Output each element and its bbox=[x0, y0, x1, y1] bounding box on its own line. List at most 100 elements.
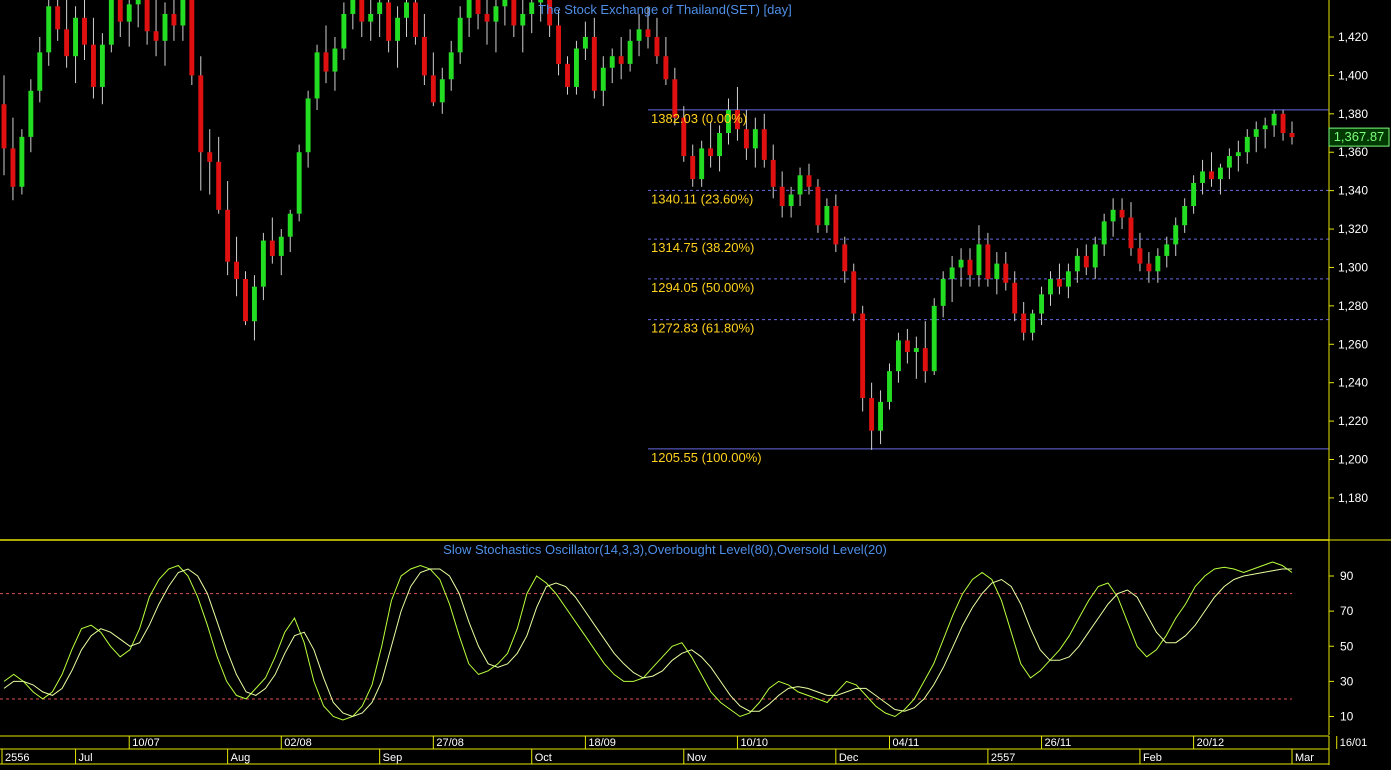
bear-candle bbox=[967, 259, 973, 276]
bull-candle bbox=[788, 194, 794, 206]
bear-candle bbox=[645, 29, 651, 37]
time-axis[interactable]: 10/07 02/08 27/08 18/09 10/10 04/11 26/11 20/12… bbox=[0, 735, 1391, 765]
bear-candle bbox=[985, 244, 991, 279]
bear-candle bbox=[430, 75, 436, 103]
time-upper-label: 10/07 bbox=[132, 737, 160, 749]
time-lower-label: Mar bbox=[1295, 752, 1314, 764]
fibonacci-label: 1205.55 (100.00%) bbox=[651, 450, 762, 465]
bull-candle bbox=[395, 17, 401, 41]
bull-candle bbox=[887, 371, 892, 402]
bull-candle bbox=[162, 13, 168, 41]
bull-candle bbox=[1092, 244, 1098, 268]
price-tick-label: 1,240 bbox=[1338, 376, 1368, 390]
stochastic-tick-label: 50 bbox=[1340, 639, 1354, 653]
bear-candle bbox=[1012, 282, 1018, 314]
price-tick-label: 1,180 bbox=[1338, 491, 1368, 505]
price-tick-label: 1,220 bbox=[1338, 414, 1368, 428]
fibonacci-label: 1294.05 (50.00%) bbox=[651, 280, 754, 295]
time-lower-label: 2557 bbox=[991, 752, 1015, 764]
bull-candle bbox=[404, 2, 409, 18]
fibonacci-label: 1314.75 (38.20%) bbox=[651, 240, 754, 255]
bull-candle bbox=[1200, 171, 1206, 183]
bear-candle bbox=[904, 340, 910, 352]
time-lower-label: Dec bbox=[839, 752, 859, 764]
bull-candle bbox=[108, 0, 114, 45]
bull-candle bbox=[573, 48, 579, 87]
bear-candle bbox=[779, 186, 785, 206]
bull-candle bbox=[448, 52, 454, 80]
time-upper-label: 27/08 bbox=[436, 737, 464, 749]
bear-candle bbox=[144, 0, 150, 32]
time-upper-label: 20/12 bbox=[1197, 737, 1225, 749]
bear-candle bbox=[1289, 133, 1295, 138]
bull-candle bbox=[1235, 152, 1241, 157]
bear-candle bbox=[761, 129, 767, 160]
chart-canvas: 1382.03 (0.00%) 1340.11 (23.60%) 1314.75 (… bbox=[0, 0, 1391, 765]
bull-candle bbox=[260, 240, 266, 287]
bull-candle bbox=[332, 48, 338, 72]
bear-candle bbox=[1, 104, 7, 149]
time-lower-label: Jul bbox=[79, 752, 93, 764]
bull-candle bbox=[1182, 206, 1188, 226]
bear-candle bbox=[117, 0, 123, 22]
bear-candle bbox=[1146, 263, 1152, 272]
bear-candle bbox=[833, 206, 839, 245]
bear-candle bbox=[207, 152, 213, 162]
bear-candle bbox=[511, 0, 517, 26]
bull-candle bbox=[37, 52, 43, 91]
price-tick-label: 1,340 bbox=[1338, 184, 1368, 198]
bear-candle bbox=[842, 244, 848, 272]
time-lower-label: Aug bbox=[231, 752, 251, 764]
bull-candle bbox=[305, 98, 311, 153]
bear-candle bbox=[1056, 278, 1062, 287]
stochastic-title: Slow Stochastics Oscillator(14,3,3),Over… bbox=[443, 542, 887, 557]
bull-candle bbox=[976, 244, 982, 276]
bear-candle bbox=[225, 209, 231, 262]
bull-candle bbox=[609, 56, 615, 68]
stochastic-tick-label: 30 bbox=[1340, 674, 1354, 688]
bull-candle bbox=[529, 2, 535, 14]
bull-candle bbox=[600, 67, 606, 91]
bull-candle bbox=[19, 136, 25, 187]
bull-candle bbox=[958, 259, 964, 268]
bear-candle bbox=[690, 156, 696, 180]
bear-candle bbox=[216, 161, 222, 210]
bull-candle bbox=[1101, 221, 1107, 245]
fibonacci-label: 1382.03 (0.00%) bbox=[651, 111, 747, 126]
bear-candle bbox=[323, 52, 329, 72]
bear-candle bbox=[1209, 171, 1214, 180]
bull-candle bbox=[949, 267, 955, 279]
bear-candle bbox=[386, 2, 392, 41]
bull-candle bbox=[940, 278, 946, 306]
price-chart-title: The Stock Exchange of Thailand(SET) [day… bbox=[538, 2, 791, 17]
time-lower-label: Nov bbox=[687, 752, 707, 764]
bull-candle bbox=[627, 40, 633, 64]
bear-candle bbox=[171, 13, 177, 26]
bull-candle bbox=[699, 148, 705, 180]
stock-chart-window: 1382.03 (0.00%) 1340.11 (23.60%) 1314.75 (… bbox=[0, 0, 1391, 765]
price-tick-label: 1,380 bbox=[1338, 107, 1368, 121]
bull-candle bbox=[1065, 271, 1071, 287]
bull-candle bbox=[502, 0, 508, 7]
bull-candle bbox=[1039, 294, 1045, 314]
bull-candle bbox=[28, 90, 34, 137]
price-tick-label: 1,300 bbox=[1338, 260, 1368, 274]
stochastic-tick-label: 10 bbox=[1340, 710, 1354, 724]
bear-candle bbox=[198, 75, 204, 153]
bull-candle bbox=[931, 305, 937, 372]
price-tick-label: 1,260 bbox=[1338, 337, 1368, 351]
bull-candle bbox=[1244, 136, 1250, 153]
bull-candle bbox=[350, 0, 356, 14]
bull-candle bbox=[582, 37, 588, 49]
bull-candle bbox=[1217, 167, 1223, 180]
bear-candle bbox=[708, 148, 714, 157]
fibonacci-label: 1340.11 (23.60%) bbox=[651, 191, 753, 206]
bear-candle bbox=[591, 37, 597, 91]
bear-candle bbox=[1003, 263, 1009, 283]
bull-candle bbox=[1030, 313, 1036, 333]
bull-candle bbox=[180, 0, 186, 26]
price-tick-label: 1,400 bbox=[1338, 68, 1368, 82]
bear-candle bbox=[55, 6, 61, 30]
bear-candle bbox=[484, 13, 490, 22]
bull-candle bbox=[824, 206, 830, 226]
